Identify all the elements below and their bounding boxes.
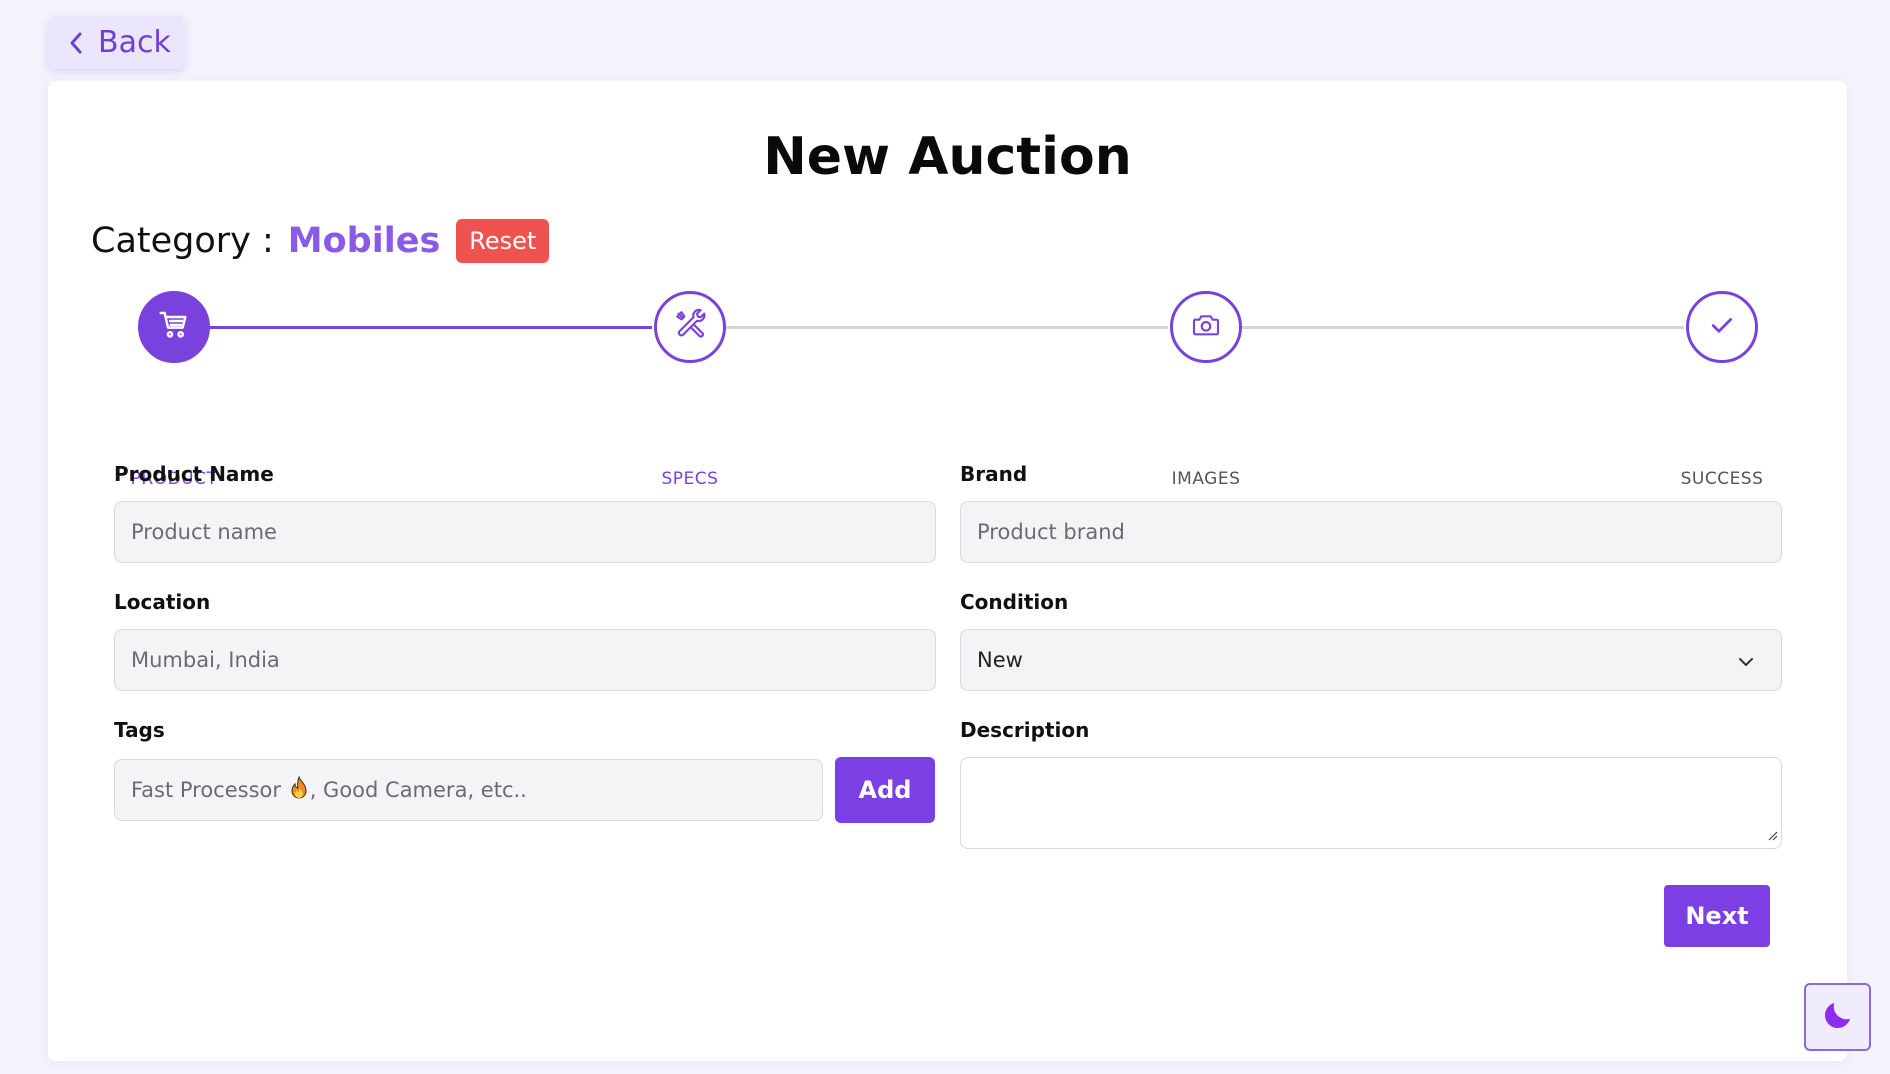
- category-value: Mobiles: [287, 221, 441, 261]
- step-connector-1: [208, 326, 652, 329]
- brand-input[interactable]: Product brand: [960, 501, 1782, 563]
- page-title: New Auction: [763, 127, 1132, 187]
- back-button[interactable]: Back: [48, 16, 185, 69]
- condition-value: New: [977, 648, 1023, 672]
- tags-input[interactable]: Fast Processor , Good Camera, etc..: [114, 759, 823, 821]
- camera-icon: [1190, 309, 1222, 345]
- location-label: Location: [114, 590, 211, 614]
- step-product[interactable]: [138, 291, 210, 363]
- resize-grip-icon[interactable]: [1766, 826, 1778, 845]
- next-button[interactable]: Next: [1664, 885, 1770, 947]
- product-name-label: Product Name: [114, 462, 274, 486]
- tools-icon: [673, 308, 707, 346]
- condition-select[interactable]: New: [960, 629, 1782, 691]
- tags-placeholder-start: Fast Processor: [131, 778, 288, 802]
- moon-icon: [1820, 997, 1856, 1037]
- description-label: Description: [960, 718, 1090, 742]
- step-success[interactable]: [1686, 291, 1758, 363]
- progress-stepper: PRODUCT SPECS IMAGES SUCCESS: [48, 291, 1847, 489]
- chevron-left-icon: [68, 31, 84, 55]
- fire-icon: [290, 774, 308, 805]
- brand-label: Brand: [960, 462, 1028, 486]
- step-images[interactable]: [1170, 291, 1242, 363]
- add-tag-button[interactable]: Add: [835, 757, 935, 823]
- description-textarea[interactable]: [960, 757, 1782, 849]
- location-input[interactable]: Mumbai, India: [114, 629, 936, 691]
- product-name-input[interactable]: Product name: [114, 501, 936, 563]
- check-icon: [1707, 310, 1737, 344]
- condition-label: Condition: [960, 590, 1069, 614]
- cart-icon: [158, 309, 190, 345]
- category-label: Category :: [91, 221, 274, 261]
- theme-toggle-button[interactable]: [1804, 983, 1871, 1051]
- step-label-images: IMAGES: [1171, 469, 1241, 489]
- chevron-down-icon: [1737, 652, 1755, 676]
- category-row: Category : Mobiles Reset: [91, 219, 550, 263]
- tags-label: Tags: [114, 718, 165, 742]
- reset-button[interactable]: Reset: [456, 219, 550, 263]
- tags-placeholder-end: , Good Camera, etc..: [309, 778, 527, 802]
- step-specs[interactable]: [654, 291, 726, 363]
- step-label-success: SUCCESS: [1680, 469, 1764, 489]
- step-label-specs: SPECS: [661, 469, 719, 489]
- step-connector-3: [1240, 326, 1684, 329]
- step-connector-2: [724, 326, 1168, 329]
- new-auction-card: New Auction Category : Mobiles Reset PRO…: [48, 81, 1847, 1061]
- back-label: Back: [98, 25, 171, 60]
